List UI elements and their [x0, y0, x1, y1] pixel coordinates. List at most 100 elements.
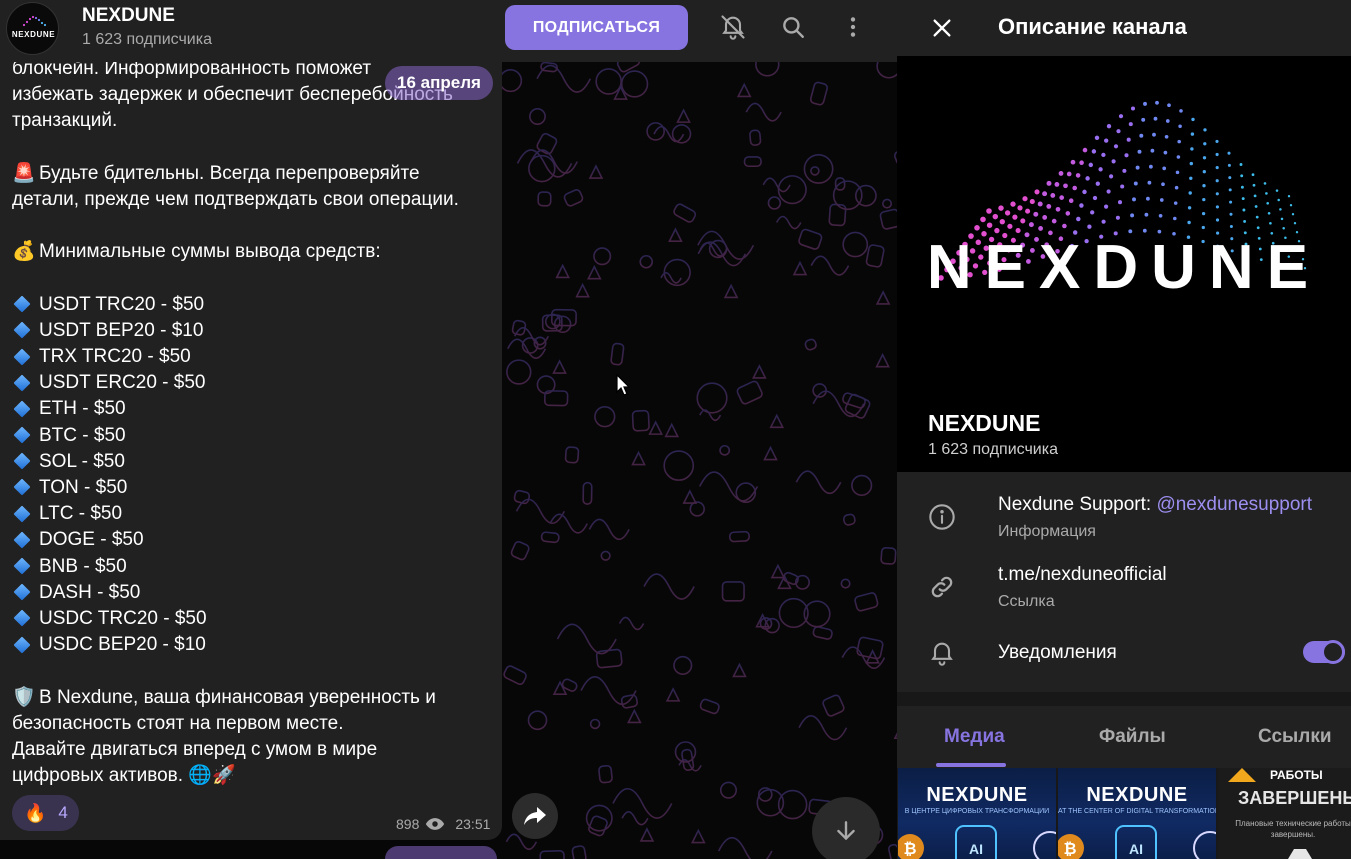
- channel-name: NEXDUNE: [928, 410, 1041, 436]
- logo-dot: [1159, 198, 1164, 202]
- line-text: В Nexdune, ваша финансовая уверенность и: [39, 686, 436, 708]
- forward-button[interactable]: [512, 793, 558, 839]
- logo-dot: [1090, 210, 1095, 215]
- emoji-icon: 💰: [12, 241, 36, 263]
- blue-diamond-icon: [13, 348, 31, 366]
- logo-dot: [1240, 185, 1244, 189]
- logo-dot: [1116, 129, 1121, 134]
- support-info-row[interactable]: Nexdune Support: @nexdunesupport: [998, 494, 1312, 516]
- logo-dot: [1135, 165, 1140, 170]
- logo-dot: [1239, 163, 1243, 166]
- logo-dot: [998, 205, 1004, 211]
- line-text: BTC - $50: [39, 424, 126, 446]
- logo-dot: [1111, 159, 1116, 164]
- post-text-line: транзакций.: [12, 108, 496, 134]
- logo-dot: [992, 213, 999, 220]
- blue-diamond-icon: [13, 400, 31, 418]
- logo-dot: [1201, 211, 1206, 216]
- logo-dot: [1101, 152, 1106, 158]
- channel-info-pane: Описание канала NEXDUNE NEXDUNE 1 623 по…: [897, 0, 1351, 859]
- tab-media[interactable]: Медиа: [944, 726, 1005, 748]
- logo-dot: [1010, 201, 1016, 207]
- logo-dot: [1167, 103, 1171, 108]
- media-thumbnail[interactable]: NEXDUNE В ЦЕНТРЕ ЦИФРОВЫХ ТРАНСФОРМАЦИЙ …: [898, 768, 1056, 859]
- chat-header: NEXDUNE NEXDUNE 1 623 подписчика ПОДПИСА…: [0, 0, 897, 62]
- channel-avatar[interactable]: NEXDUNE: [6, 2, 59, 55]
- mouse-cursor-icon: [616, 374, 630, 396]
- more-options-icon[interactable]: [838, 12, 868, 42]
- logo-dot: [1265, 192, 1268, 195]
- logo-dot: [1280, 217, 1284, 221]
- notifications-toggle[interactable]: [1303, 640, 1345, 664]
- logo-dot: [1037, 201, 1043, 207]
- blue-diamond-icon: [13, 609, 31, 627]
- logo-dot: [1109, 174, 1114, 179]
- logo-dot: [1173, 201, 1178, 205]
- logo-dot: [1082, 147, 1088, 153]
- subscribe-button[interactable]: ПОДПИСАТЬСЯ: [505, 5, 688, 50]
- post-paragraph-line: 💰 Минимальные суммы вывода средств:: [12, 239, 496, 265]
- logo-dot: [1150, 148, 1155, 153]
- logo-dot: [1215, 218, 1220, 222]
- logo-dot: [1202, 170, 1206, 174]
- media-grid: NEXDUNE В ЦЕНТРЕ ЦИФРОВЫХ ТРАНСФОРМАЦИЙ …: [897, 768, 1351, 859]
- media-thumbnail[interactable]: NEXDUNE AT THE CENTER OF DIGITAL TRANSFO…: [1058, 768, 1216, 859]
- tab-files[interactable]: Файлы: [1099, 726, 1166, 748]
- logo-dot: [1079, 160, 1084, 165]
- mute-bell-icon[interactable]: [718, 12, 748, 42]
- line-text: BNB - $50: [39, 555, 127, 577]
- logo-dot: [1012, 214, 1018, 220]
- thumb-art: ₿ AI: [1058, 825, 1216, 859]
- logo-dot: [1120, 184, 1125, 189]
- logo-dot: [1038, 225, 1044, 231]
- logo-dot: [1034, 189, 1040, 195]
- blue-diamond-icon: [13, 426, 31, 444]
- line-text: USDT ERC20 - $50: [39, 372, 206, 394]
- logo-dot: [1267, 211, 1271, 215]
- logo-dot: [1095, 181, 1100, 186]
- media-thumbnail[interactable]: РАБОТЫ ЗАВЕРШЕНЫ Плановые технические ра…: [1218, 768, 1351, 859]
- logo-dot: [1046, 203, 1052, 209]
- support-handle-link[interactable]: @nexdunesupport: [1156, 494, 1312, 515]
- withdrawal-minimum-item: DASH - $50: [12, 580, 496, 606]
- search-icon[interactable]: [778, 12, 808, 42]
- logo-dot: [1118, 114, 1124, 119]
- line-text: ETH - $50: [39, 398, 126, 420]
- logo-dot: [1227, 163, 1231, 167]
- withdrawal-minimum-item: TRX TRC20 - $50: [12, 344, 496, 370]
- tab-links[interactable]: Ссылки: [1258, 726, 1332, 748]
- logo-dot: [1241, 197, 1245, 201]
- scroll-to-bottom-button[interactable]: [812, 797, 880, 859]
- logo-dot: [1130, 106, 1136, 111]
- logo-dot: [1153, 116, 1158, 121]
- logo-dot: [1201, 225, 1205, 230]
- logo-dot: [1063, 183, 1068, 189]
- line-text: цифровых активов. 🌐🚀: [12, 765, 236, 787]
- line-text: USDT TRC20 - $50: [39, 293, 205, 315]
- logo-dot: [1251, 173, 1255, 177]
- logo-dot: [1229, 212, 1233, 216]
- withdrawal-minimum-item: BTC - $50: [12, 423, 496, 449]
- banner-logo-text: NEXDUNE: [927, 233, 1321, 302]
- fire-emoji-icon: 🔥: [24, 802, 47, 823]
- withdrawal-minimum-item: USDT BEP20 - $10: [12, 318, 496, 344]
- logo-dot: [1287, 195, 1291, 198]
- channel-link[interactable]: t.me/nexduneofficial: [998, 564, 1167, 586]
- logo-dot: [1215, 166, 1219, 170]
- info-icon: [927, 502, 957, 532]
- logo-dot: [1058, 170, 1064, 176]
- logo-dot: [1133, 181, 1138, 186]
- reaction-chip[interactable]: 🔥 4: [12, 795, 79, 831]
- logo-dot: [1266, 201, 1270, 205]
- info-title: Описание канала: [998, 14, 1187, 39]
- logo-dot: [1254, 205, 1258, 208]
- line-text: DASH - $50: [39, 581, 141, 603]
- post-text-line: безопасность стоят на первом месте.: [12, 711, 496, 737]
- logo-dot: [1017, 205, 1023, 211]
- logo-dot: [1130, 213, 1135, 218]
- logo-dot: [1229, 200, 1233, 204]
- logo-dot: [1289, 204, 1293, 207]
- channel-title[interactable]: NEXDUNE: [82, 5, 175, 27]
- logo-dot: [1113, 144, 1119, 149]
- close-icon[interactable]: [927, 13, 957, 43]
